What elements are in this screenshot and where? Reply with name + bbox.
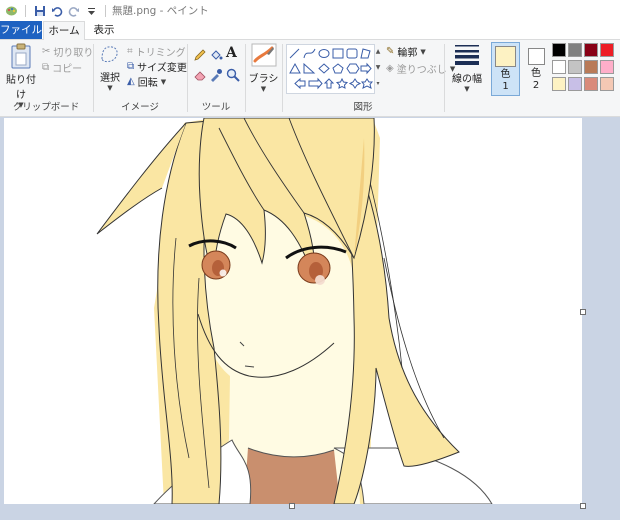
size-button[interactable]: 線の幅 ▼ [448,43,486,95]
shapes-group-label: 図形 [353,102,373,113]
color2-swatch [527,48,545,65]
separator [105,4,106,17]
anime-girl-drawing [96,118,493,504]
select-icon [101,46,118,63]
brushes-group: ブラシ ▼ [246,40,281,116]
resize-label: サイズ変更 [137,63,187,74]
customize-toolbar-icon[interactable] [84,4,98,18]
chevron-down-icon: ▼ [260,85,267,93]
line-width-icon [455,45,479,65]
clipboard-group-label: クリップボード [12,102,80,113]
copy-button[interactable]: ⧉ コピー [42,60,82,75]
tools-group-label: ツール [201,102,231,113]
eraser-icon[interactable] [193,68,207,85]
rotate-label: 回転 [137,78,158,89]
palette-swatch[interactable] [552,60,566,74]
color2-number: 2 [532,80,540,91]
resize-button[interactable]: ⧉ サイズ変更 [127,59,187,74]
canvas-resize-handle-right[interactable] [580,309,586,315]
brushes-button[interactable]: ブラシ ▼ [248,43,279,95]
color1-button[interactable]: 色 1 [491,42,520,96]
text-tool-icon[interactable]: A [226,45,237,61]
brush-icon [251,43,276,67]
image-group: 選択 ▼ ⌗ トリミング ⧉ サイズ変更 ◭ 回転 ▼ イメージ [94,40,187,116]
paint-app-icon[interactable] [4,4,18,18]
select-label: 選択 [100,73,120,84]
redo-icon[interactable] [67,4,81,18]
save-icon[interactable] [33,4,47,18]
outline-icon: ✎ [386,46,395,57]
drawing-canvas[interactable] [4,118,582,504]
palette-swatch[interactable] [584,60,598,74]
cut-button[interactable]: ✂ 切り取り [42,44,93,59]
outline-label: 輪郭 [397,48,418,59]
crop-label: トリミング [135,48,186,59]
size-group: 線の幅 ▼ [445,40,489,116]
canvas-workspace [0,117,620,520]
clipboard-icon [11,43,31,69]
palette-swatch[interactable] [552,43,566,57]
palette-swatch[interactable] [600,43,614,57]
colors-group: 色 1 色 2 [490,40,620,116]
paste-button[interactable]: 貼り付け ▼ [3,43,39,109]
select-button[interactable]: 選択 ▼ [96,43,124,95]
fill-label: 塗りつぶし [396,65,447,76]
copy-icon: ⧉ [42,62,50,73]
rotate-button[interactable]: ◭ 回転 ▼ [127,74,166,89]
image-group-label: イメージ [121,102,159,113]
color1-swatch [495,46,516,67]
shapes-scroll[interactable]: ▲ ▼ ▾ [374,44,382,92]
color1-label: 色 [500,69,511,80]
brushes-label: ブラシ [248,74,279,85]
palette-swatch[interactable] [584,43,598,57]
title-bar: 無題.png - ペイント [0,0,620,21]
canvas-resize-handle-bottom[interactable] [289,503,295,509]
tools-group: A ツール [188,40,244,116]
color2-label: 色 [531,68,541,79]
fill-icon: ◈ [386,63,394,74]
palette-swatch[interactable] [584,77,598,91]
undo-icon[interactable] [50,4,64,18]
outline-button[interactable]: ✎ 輪郭 ▼ [386,44,426,59]
separator [25,4,26,17]
chevron-down-icon: ▼ [107,84,113,92]
chevron-down-icon: ▼ [160,77,167,86]
canvas-resize-handle-corner[interactable] [580,503,586,509]
tab-home[interactable]: ホーム [43,21,85,41]
chevron-down-icon: ▼ [420,47,426,56]
color2-button[interactable]: 色 2 [523,42,549,96]
color1-number: 1 [502,81,509,92]
shapes-icon [289,48,374,90]
quick-access-toolbar [4,4,110,18]
window-title: 無題.png - ペイント [112,5,209,17]
color-palette [552,43,618,97]
color-picker-icon[interactable] [209,68,223,85]
tab-view[interactable]: 表示 [86,21,122,39]
scissors-icon: ✂ [42,46,51,57]
size-label: 線の幅 [452,74,482,85]
palette-swatch[interactable] [568,43,582,57]
rotate-icon: ◭ [127,76,135,87]
shapes-gallery[interactable] [286,44,375,94]
crop-button[interactable]: ⌗ トリミング [127,44,186,59]
shapes-group: ▲ ▼ ▾ ✎ 輪郭 ▼ ◈ 塗りつぶし ▼ 図形 [283,40,455,116]
cut-label: 切り取り [53,48,94,59]
copy-label: コピー [52,64,83,75]
tab-file[interactable]: ファイル [0,21,42,39]
palette-swatch[interactable] [600,77,614,91]
chevron-down-icon: ▼ [464,85,470,93]
resize-icon: ⧉ [127,61,135,72]
magnifier-icon[interactable] [226,68,240,85]
pencil-icon[interactable] [193,48,207,65]
ribbon: 貼り付け ▼ ✂ 切り取り ⧉ コピー クリップボード 選択 ▼ ⌗ トリミング… [0,40,620,117]
fill-bucket-icon[interactable] [209,48,223,65]
palette-swatch[interactable] [568,77,582,91]
palette-swatch[interactable] [600,60,614,74]
paste-label: 貼り付け [6,75,36,101]
clipboard-group: 貼り付け ▼ ✂ 切り取り ⧉ コピー クリップボード [0,40,93,116]
crop-icon: ⌗ [127,46,133,57]
palette-swatch[interactable] [552,77,566,91]
ribbon-tabs: ファイル ホーム 表示 [0,21,620,41]
palette-swatch[interactable] [568,60,582,74]
